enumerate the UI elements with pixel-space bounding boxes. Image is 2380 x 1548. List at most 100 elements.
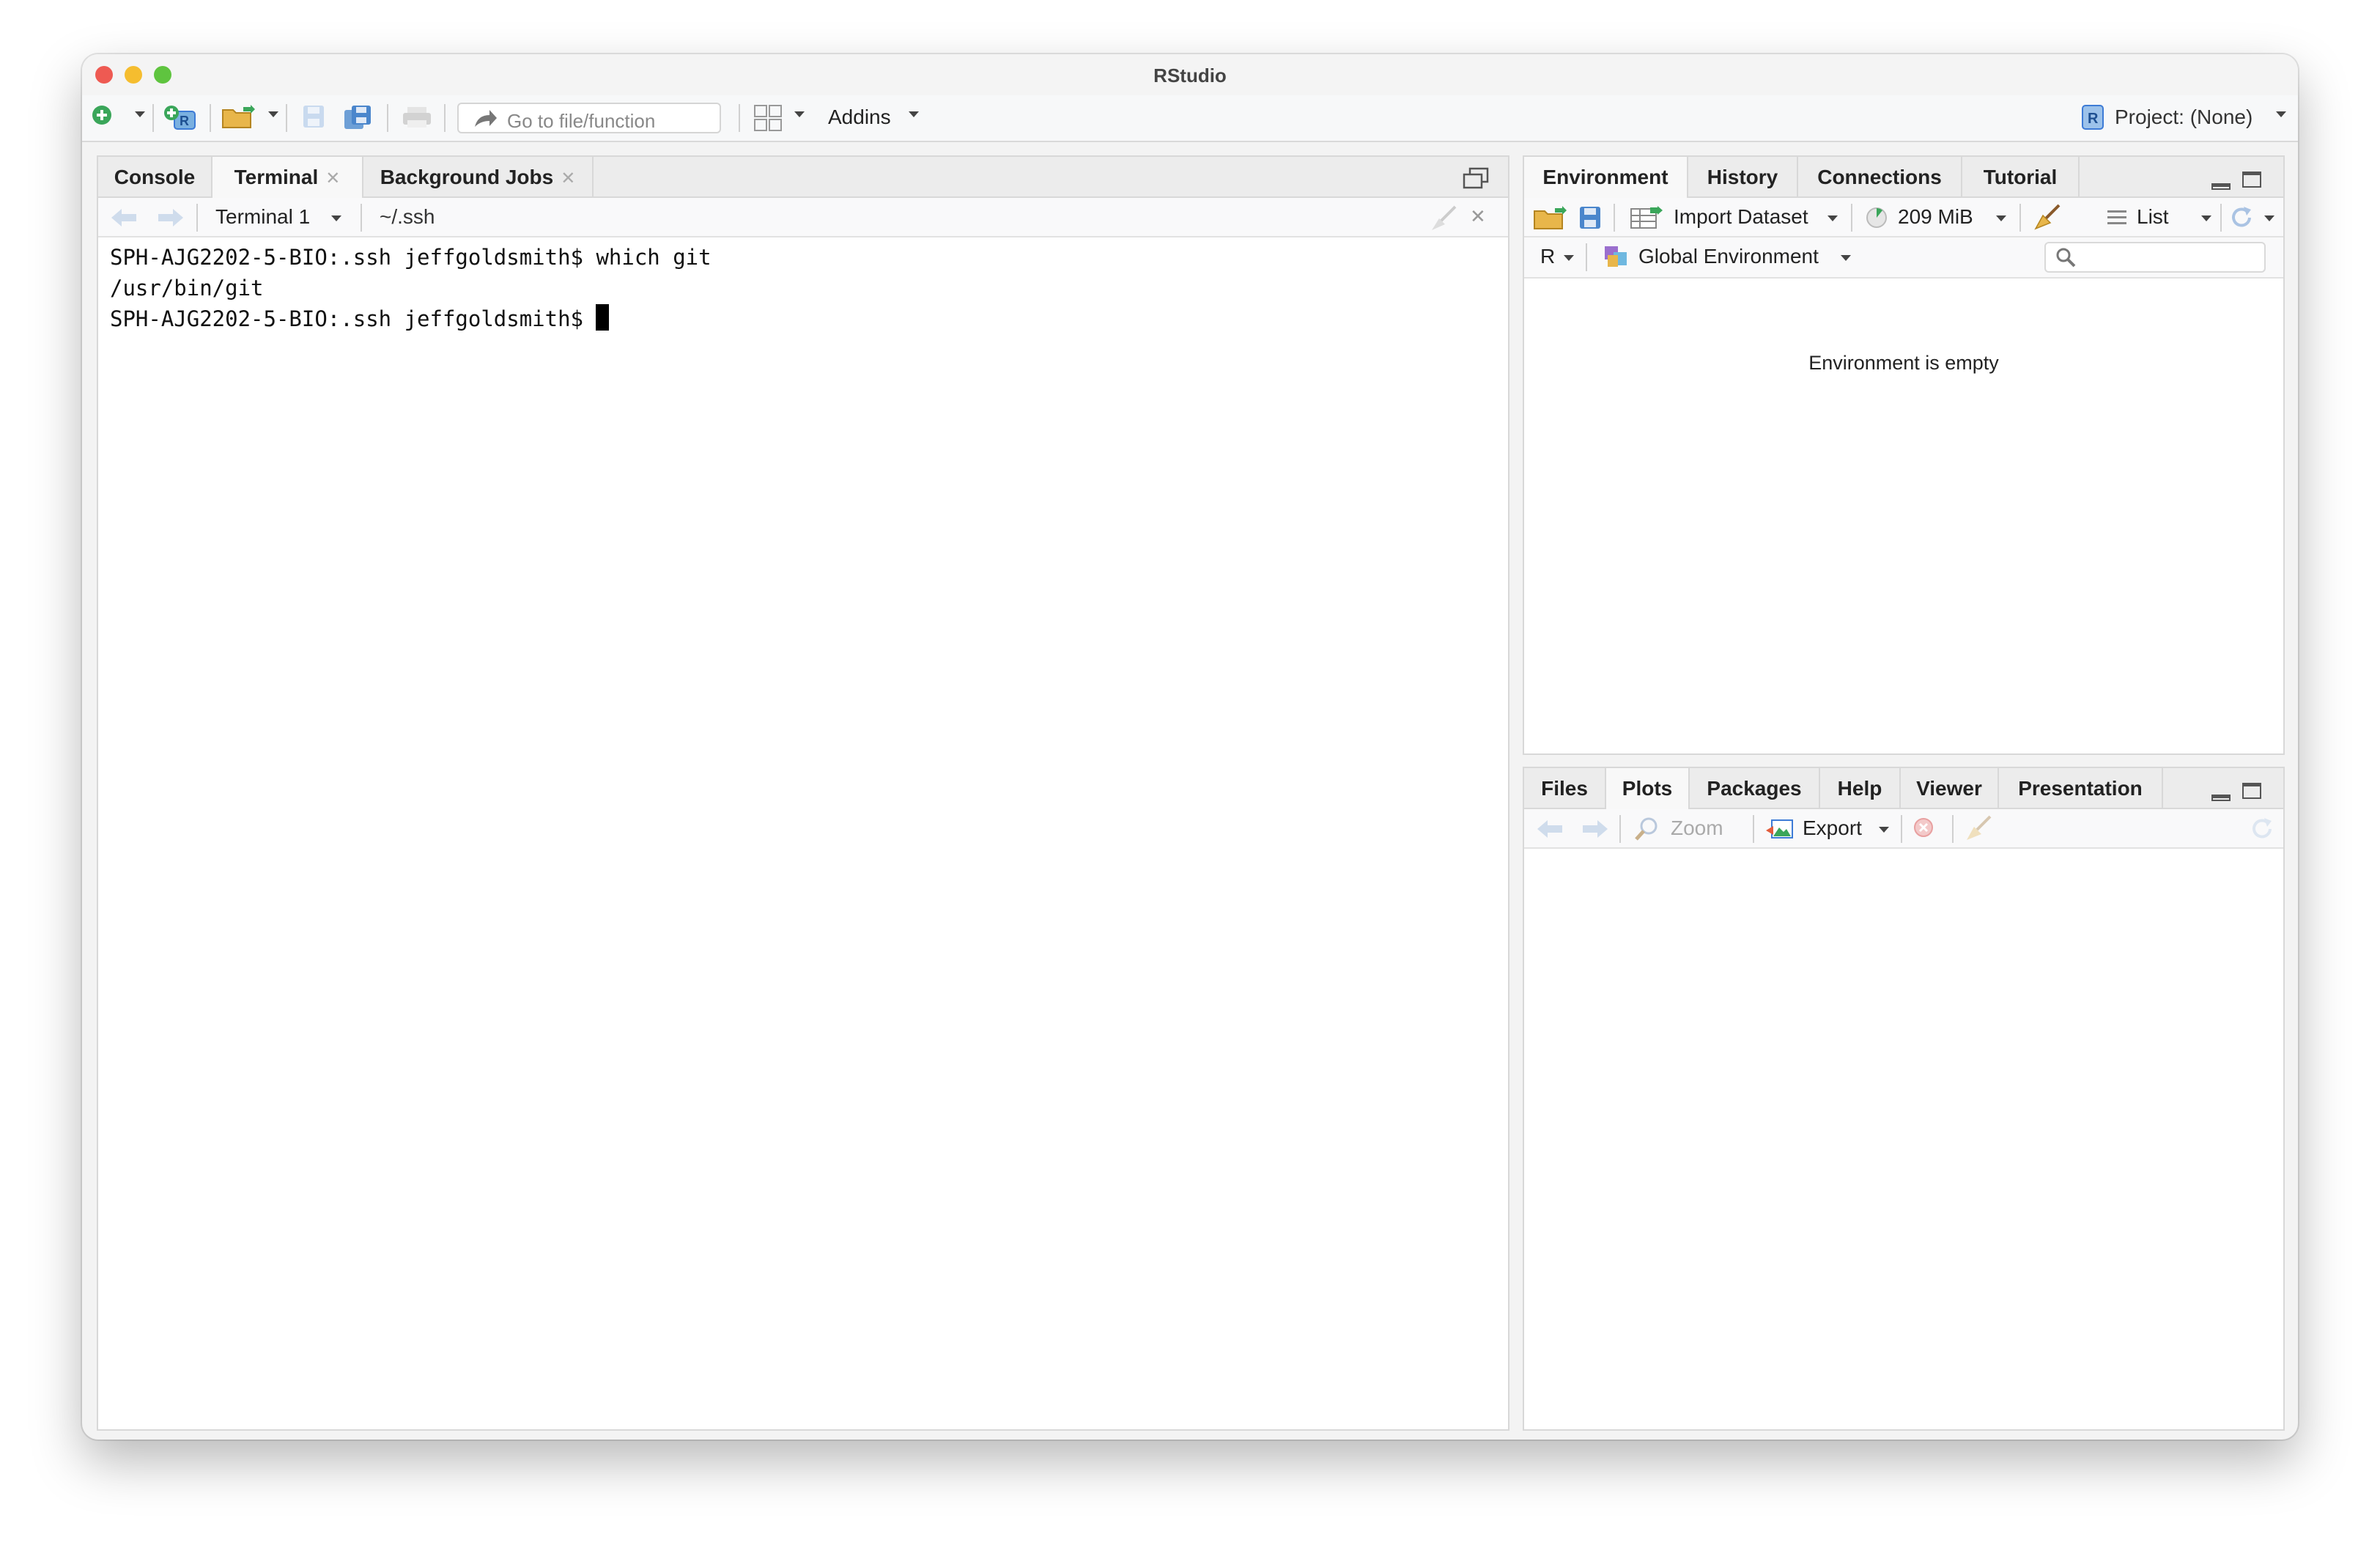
project-menu[interactable]: Project: (None): [2115, 106, 2252, 129]
language-selector[interactable]: R: [1540, 245, 1555, 268]
chevron-down-icon[interactable]: [135, 111, 145, 117]
print-button[interactable]: [402, 104, 432, 132]
tab-files[interactable]: Files: [1524, 768, 1606, 809]
project-icon: R: [2081, 104, 2104, 132]
broom-icon[interactable]: [2033, 204, 2062, 232]
save-workspace-icon[interactable]: [1578, 205, 1602, 230]
grid-icon: [754, 105, 782, 131]
chevron-down-icon[interactable]: [268, 111, 278, 117]
search-icon: [2056, 248, 2076, 268]
tab-background-jobs[interactable]: Background Jobs ✕: [363, 157, 594, 198]
save-all-button[interactable]: [343, 104, 372, 132]
broom-icon[interactable]: [1429, 205, 1458, 232]
maximize-pane-icon[interactable]: [2242, 172, 2261, 188]
terminal-output[interactable]: SPH-AJG2202-5-BIO:.ssh jeffgoldsmith$ wh…: [110, 242, 712, 334]
plots-toolbar: Zoom Export: [1524, 809, 2283, 849]
close-tab-icon[interactable]: ✕: [325, 169, 340, 188]
addins-menu[interactable]: Addins: [828, 106, 891, 129]
svg-text:R: R: [180, 114, 189, 128]
import-dataset-icon[interactable]: [1630, 206, 1663, 229]
tab-presentation[interactable]: Presentation: [1999, 768, 2163, 809]
scope-selector[interactable]: Global Environment: [1638, 245, 1819, 268]
export-icon: [1766, 819, 1793, 838]
export-button[interactable]: Export: [1803, 817, 1862, 840]
terminal-toolbar: Terminal 1 ~/.ssh ✕: [98, 198, 1508, 237]
chevron-down-icon[interactable]: [1828, 215, 1838, 221]
tab-connections[interactable]: Connections: [1798, 157, 1962, 198]
back-arrow-icon[interactable]: [110, 207, 139, 229]
refresh-icon[interactable]: [2229, 205, 2254, 230]
terminal-line: /usr/bin/git: [110, 276, 264, 301]
load-workspace-icon[interactable]: [1533, 205, 1568, 230]
save-all-icon: [344, 106, 371, 129]
remove-plot-icon[interactable]: [1912, 817, 1934, 838]
goto-file-function-input[interactable]: Go to file/function: [457, 103, 721, 133]
memory-pie-icon: [1866, 207, 1887, 228]
tab-history[interactable]: History: [1688, 157, 1798, 198]
rstudio-window: RStudio R Go to file/function Addins R P…: [82, 54, 2298, 1440]
chevron-down-icon[interactable]: [794, 111, 805, 117]
print-icon: [403, 107, 431, 128]
environment-empty-message: Environment is empty: [1808, 352, 1999, 374]
pane-layout-button[interactable]: [753, 104, 783, 132]
environment-pane: Environment History Connections Tutorial: [1523, 155, 2285, 755]
tab-packages[interactable]: Packages: [1690, 768, 1820, 809]
forward-arrow-icon[interactable]: [1580, 818, 1609, 840]
close-window-button[interactable]: [95, 66, 113, 84]
terminal-selector[interactable]: Terminal 1: [215, 205, 310, 229]
close-terminal-icon[interactable]: ✕: [1470, 205, 1486, 228]
env-search-input[interactable]: [2044, 242, 2266, 273]
broom-icon[interactable]: [1964, 815, 1993, 843]
import-dataset-button[interactable]: Import Dataset: [1674, 205, 1808, 229]
restore-pane-icon[interactable]: [1463, 167, 1489, 191]
env-scope-bar: R Global Environment: [1524, 237, 2283, 279]
maximize-window-button[interactable]: [154, 66, 171, 84]
chevron-down-icon[interactable]: [909, 111, 919, 117]
maximize-pane-icon[interactable]: [2242, 783, 2261, 799]
tab-help[interactable]: Help: [1820, 768, 1901, 809]
add-icon: [92, 106, 111, 125]
close-tab-icon[interactable]: ✕: [561, 169, 575, 188]
minimize-window-button[interactable]: [125, 66, 142, 84]
window-title: RStudio: [1153, 64, 1227, 86]
refresh-icon[interactable]: [2250, 817, 2274, 841]
forward-arrow-icon[interactable]: [155, 207, 185, 229]
files-tabbar: Files Plots Packages Help Viewer Present…: [1524, 768, 2283, 809]
new-project-button[interactable]: R: [163, 104, 199, 132]
new-project-icon: R: [164, 106, 196, 130]
tab-console[interactable]: Console: [98, 157, 212, 198]
env-tabbar: Environment History Connections Tutorial: [1524, 157, 2283, 198]
tab-plots[interactable]: Plots: [1606, 768, 1690, 809]
chevron-down-icon[interactable]: [1879, 827, 1889, 833]
terminal-cursor: [596, 304, 610, 331]
back-arrow-icon[interactable]: [1536, 818, 1565, 840]
main-toolbar: R Go to file/function Addins R Project: …: [82, 95, 2298, 142]
zoom-button[interactable]: Zoom: [1671, 817, 1723, 840]
new-file-button[interactable]: [91, 104, 113, 132]
files-plots-pane: Files Plots Packages Help Viewer Present…: [1523, 767, 2285, 1431]
view-mode-button[interactable]: List: [2137, 205, 2169, 229]
tab-viewer[interactable]: Viewer: [1901, 768, 1999, 809]
tab-environment[interactable]: Environment: [1524, 157, 1688, 198]
minimize-pane-icon[interactable]: [2211, 795, 2231, 801]
zoom-icon: [1635, 817, 1658, 841]
memory-usage-button[interactable]: 209 MiB: [1898, 205, 1973, 229]
minimize-pane-icon[interactable]: [2211, 183, 2231, 190]
terminal-prompt: SPH-AJG2202-5-BIO:.ssh jeffgoldsmith$: [110, 306, 596, 331]
svg-text:R: R: [2088, 111, 2099, 127]
open-file-button[interactable]: [221, 104, 256, 132]
terminal-line: SPH-AJG2202-5-BIO:.ssh jeffgoldsmith$ wh…: [110, 245, 712, 270]
chevron-down-icon[interactable]: [1996, 215, 2006, 221]
chevron-down-icon[interactable]: [331, 215, 341, 221]
save-button[interactable]: [302, 104, 325, 132]
chevron-down-icon[interactable]: [1564, 255, 1574, 261]
tab-tutorial[interactable]: Tutorial: [1962, 157, 2080, 198]
folder-open-icon: [222, 105, 255, 128]
goto-arrow-icon: [475, 110, 497, 127]
tab-terminal[interactable]: Terminal ✕: [212, 157, 363, 198]
chevron-down-icon[interactable]: [1841, 255, 1851, 261]
chevron-down-icon[interactable]: [2201, 215, 2211, 221]
chevron-down-icon[interactable]: [2264, 215, 2274, 221]
chevron-down-icon[interactable]: [2276, 111, 2286, 117]
save-icon: [303, 106, 324, 128]
